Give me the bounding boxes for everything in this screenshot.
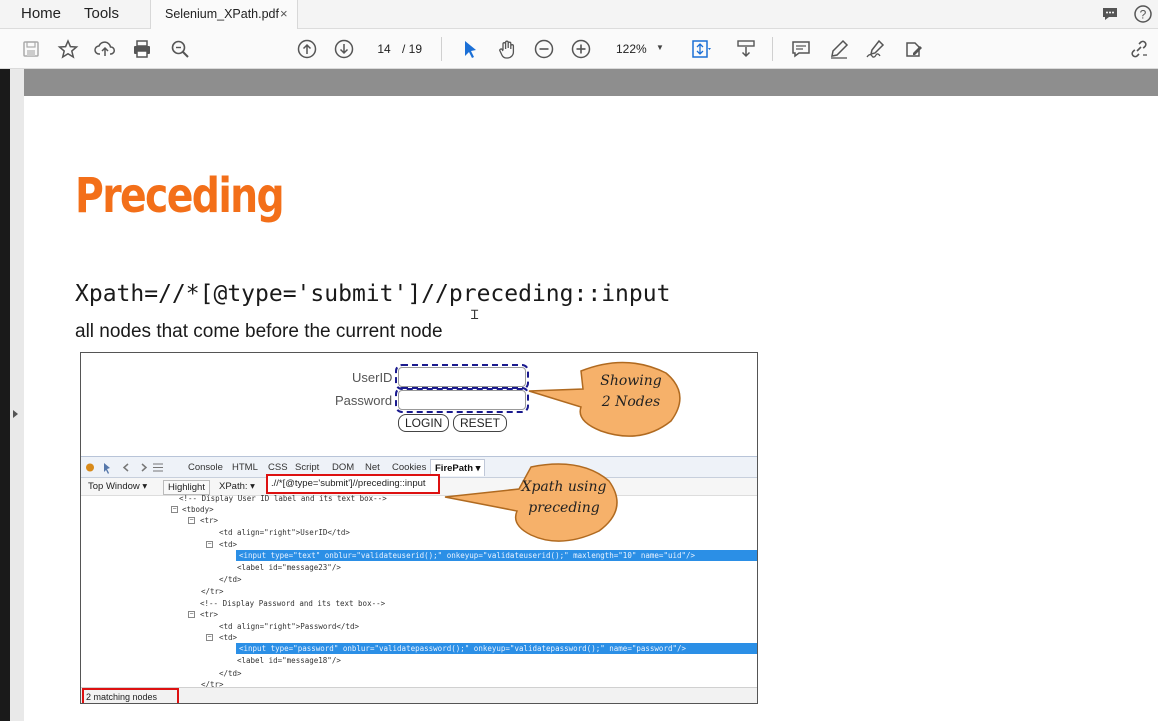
search-zoom-icon[interactable] [169, 38, 191, 60]
tools-menu-link[interactable]: Tools [84, 5, 119, 22]
firebug-tab-dom: DOM [332, 462, 355, 473]
collapse-icon: − [188, 611, 195, 618]
code-line: <tr> [200, 516, 219, 525]
page-total: / 19 [402, 42, 423, 56]
collapse-icon: − [188, 517, 195, 524]
firebug-nav-icons [86, 463, 163, 474]
code-line: <!-- Display Password and its text box--… [200, 599, 386, 608]
code-line: <tr> [200, 610, 219, 619]
firebug-tab-cookies: Cookies [392, 462, 427, 473]
callout-line: preceding [528, 500, 600, 516]
menu-bar: Home Tools Selenium_XPath.pdf × ? [0, 0, 1158, 29]
xpath-select: XPath: ▾ [219, 481, 255, 492]
sign-icon[interactable] [865, 38, 887, 60]
callout-xpath-preceding: Xpath using preceding [519, 477, 609, 519]
callout-line: Xpath using [521, 479, 607, 495]
password-input [395, 387, 529, 413]
collapse-icon: − [171, 506, 178, 513]
text-cursor-icon: Ɪ [471, 307, 479, 322]
document-tab[interactable]: Selenium_XPath.pdf × [150, 0, 298, 29]
code-line: <!-- Display User ID label and its text … [179, 494, 387, 503]
page-gap [24, 69, 1158, 96]
xpath-description: all nodes that come before the current n… [75, 321, 443, 342]
reset-button: RESET [453, 414, 508, 432]
share-link-icon[interactable] [1128, 38, 1150, 60]
zoom-out-icon[interactable] [533, 38, 555, 60]
code-line: <td> [219, 540, 238, 549]
code-line: </td> [219, 575, 242, 584]
previous-page-icon[interactable] [296, 38, 318, 60]
matching-nodes-count: 2 matching nodes [82, 688, 179, 703]
login-button: LOGIN [398, 414, 450, 432]
next-page-icon[interactable] [333, 38, 355, 60]
code-line: </tr> [201, 587, 224, 596]
select-cursor-icon[interactable] [459, 38, 481, 60]
firebug-tab-console: Console [188, 462, 223, 473]
userid-label: UserID [352, 370, 393, 385]
code-line: <td align="right">Password</td> [219, 622, 359, 631]
callout-line: 2 Nodes [601, 394, 661, 410]
firebug-tab-html: HTML [232, 462, 258, 473]
code-line: </td> [219, 669, 242, 678]
zoom-level-select[interactable]: 122% ▼ [608, 39, 664, 59]
page-number-input[interactable] [370, 39, 398, 59]
firebug-tab-net: Net [365, 462, 380, 473]
callout-showing-nodes: Showing 2 Nodes [596, 371, 666, 413]
expand-pane-icon[interactable] [13, 410, 18, 418]
code-line-selected: <input type="text" onblur="validateuseri… [236, 550, 757, 561]
firepath-xpath-input: .//*[@type='submit']//preceding::input [266, 474, 440, 494]
help-icon[interactable]: ? [1133, 4, 1153, 24]
top-window-label: Top Window [88, 481, 140, 492]
highlight-button: Highlight [163, 480, 210, 495]
save-icon[interactable] [20, 38, 42, 60]
code-line: <label id="message18"/> [237, 656, 341, 665]
code-line: <tbody> [182, 505, 214, 514]
zoom-level-value: 122% [616, 42, 647, 56]
svg-text:?: ? [1140, 8, 1147, 22]
firebug-tab-script: Script [295, 462, 320, 473]
toolbar: / 19 122% ▼ [0, 29, 1158, 69]
zoom-in-icon[interactable] [570, 38, 592, 60]
hand-tool-icon[interactable] [496, 38, 518, 60]
userid-input [395, 364, 529, 390]
edit-icon[interactable] [902, 38, 924, 60]
slide-title: Preceding [75, 168, 285, 224]
fit-page-icon[interactable] [690, 38, 712, 60]
firebug-tab-css: CSS [268, 462, 288, 473]
toolbar-divider [772, 37, 773, 61]
password-label: Password [335, 393, 393, 408]
left-rail [0, 69, 10, 721]
callout-line: Showing [600, 373, 662, 389]
code-line: <td> [219, 633, 238, 642]
navigation-pane-collapsed[interactable] [10, 69, 24, 721]
code-line-selected: <input type="password" onblur="validatep… [236, 643, 757, 654]
xpath-select-label: XPath: [219, 481, 248, 492]
document-tab-label: Selenium_XPath.pdf [165, 7, 279, 21]
upload-cloud-icon[interactable] [94, 38, 116, 60]
toolbar-divider [441, 37, 442, 61]
bookmark-star-icon[interactable] [57, 38, 79, 60]
firepath-status-bar: 2 matching nodes [81, 687, 757, 703]
top-window-select: Top Window ▾ [88, 481, 148, 492]
collapse-icon: − [206, 541, 213, 548]
home-menu-link[interactable]: Home [21, 5, 61, 22]
code-line: <td align="right">UserID</td> [219, 528, 350, 537]
close-icon[interactable]: × [280, 6, 288, 21]
scroll-mode-icon[interactable] [735, 38, 757, 60]
collapse-icon: − [206, 634, 213, 641]
comment-icon[interactable] [1100, 4, 1120, 24]
highlight-pen-icon[interactable] [828, 38, 850, 60]
comment-icon[interactable] [790, 38, 812, 60]
chevron-down-icon: ▼ [656, 43, 664, 52]
print-icon[interactable] [131, 38, 153, 60]
code-line: <label id="message23"/> [237, 563, 341, 572]
xpath-expression: Xpath=//*[@type='submit']//preceding::in… [75, 281, 671, 307]
embedded-screenshot: UserID Password LOGIN RESET Showing 2 No… [80, 352, 758, 704]
